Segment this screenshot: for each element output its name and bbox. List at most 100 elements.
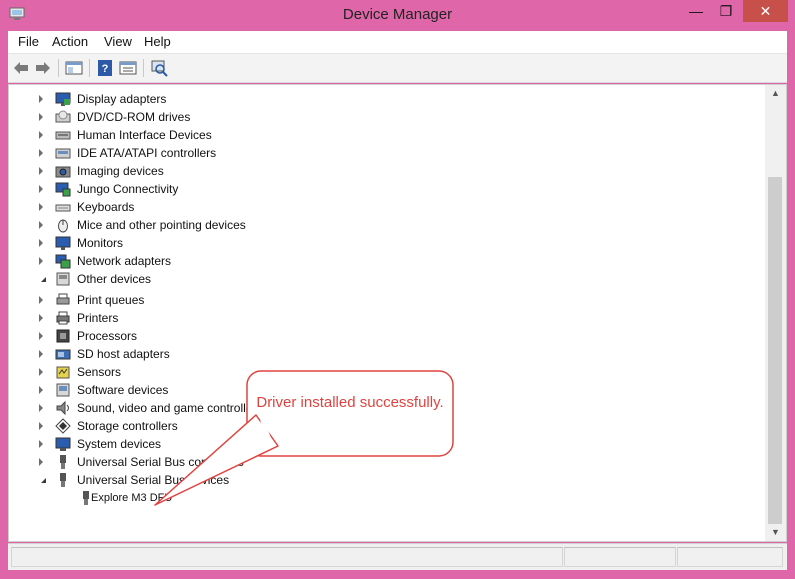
camera-icon	[55, 166, 71, 178]
callout-text: Driver installed successfully.	[256, 394, 444, 411]
tree-item-network-adapters[interactable]: Network adapters	[9, 252, 709, 270]
scroll-down-arrow-icon[interactable]: ▼	[765, 524, 786, 541]
expand-arrow-icon[interactable]	[39, 113, 43, 121]
show-hide-console-tree-icon[interactable]	[65, 59, 83, 77]
menu-file[interactable]: File	[18, 34, 39, 49]
expand-arrow-icon[interactable]	[39, 296, 43, 304]
tree-item-label: Universal Serial Bus controllers	[77, 455, 244, 469]
tree-item-monitors[interactable]: Monitors	[9, 234, 709, 252]
system-device-icon	[55, 437, 71, 451]
tree-item-mice-and-other-pointing-devices[interactable]: Mice and other pointing devices	[9, 216, 709, 234]
speaker-icon	[56, 400, 69, 416]
software-device-icon	[56, 383, 70, 397]
tree-item-print-queues[interactable]: Print queues	[9, 291, 709, 309]
tree-item-label: SD host adapters	[77, 347, 170, 361]
tree-item-label: System devices	[77, 437, 162, 451]
device-tree[interactable]: Display adapters DVD/CD-ROM drives Human…	[9, 85, 764, 541]
maximize-button[interactable]: ❐	[711, 0, 741, 22]
tree-item-label: Sound, video and game controllers	[77, 401, 263, 415]
collapse-arrow-icon[interactable]	[41, 277, 46, 282]
expand-arrow-icon[interactable]	[39, 95, 43, 103]
tree-item-sd-host-adapters[interactable]: SD host adapters	[9, 345, 709, 363]
tree-item-dvd-cd-rom-drives[interactable]: DVD/CD-ROM drives	[9, 108, 709, 126]
tree-item-processors[interactable]: Processors	[9, 327, 709, 345]
expand-arrow-icon[interactable]	[39, 257, 43, 265]
device-tree-pane: Display adapters DVD/CD-ROM drives Human…	[8, 84, 787, 542]
device-manager-window: Device Manager — ❐ ✕ File Action View He…	[0, 0, 795, 579]
menu-view[interactable]: View	[104, 34, 132, 49]
expand-arrow-icon[interactable]	[39, 221, 43, 229]
collapse-arrow-icon[interactable]	[41, 478, 46, 483]
tree-item-human-interface-devices[interactable]: Human Interface Devices	[9, 126, 709, 144]
expand-arrow-icon[interactable]	[39, 149, 43, 157]
tree-item-label: Jungo Connectivity	[77, 182, 179, 196]
tree-item-ide-ata-atapi-controllers[interactable]: IDE ATA/ATAPI controllers	[9, 144, 709, 162]
sd-card-icon	[55, 349, 71, 360]
tree-item-label: Processors	[77, 329, 138, 343]
menu-help[interactable]: Help	[144, 34, 171, 49]
window-title: Device Manager	[342, 6, 453, 23]
display-adapter-icon	[55, 92, 71, 106]
tree-item-printers[interactable]: Printers	[9, 309, 709, 327]
tree-item-imaging-devices[interactable]: Imaging devices	[9, 162, 709, 180]
expand-arrow-icon[interactable]	[39, 350, 43, 358]
printer-icon	[56, 311, 70, 325]
tree-item-label: Other devices	[77, 272, 152, 286]
tree-item-universal-serial-bus-devices[interactable]: Universal Serial Bus devices	[9, 471, 709, 489]
storage-controller-icon	[55, 418, 71, 434]
scan-hardware-changes-icon[interactable]	[150, 59, 168, 77]
expand-arrow-icon[interactable]	[39, 314, 43, 322]
tree-item-explore-m3-dfu[interactable]: Explore M3 DFU	[9, 489, 709, 507]
dvd-drive-icon	[55, 110, 71, 123]
expand-arrow-icon[interactable]	[39, 368, 43, 376]
minimize-button[interactable]: —	[681, 0, 711, 22]
properties-icon[interactable]	[119, 59, 137, 77]
expand-arrow-icon[interactable]	[39, 404, 43, 412]
network-adapter-icon	[55, 254, 71, 269]
status-bar	[8, 543, 787, 570]
scroll-up-arrow-icon[interactable]: ▲	[765, 85, 786, 102]
usb-icon	[60, 455, 66, 469]
usb-icon	[60, 473, 66, 487]
callout-bubble	[246, 370, 454, 457]
print-queue-icon	[56, 293, 70, 305]
tree-item-keyboards[interactable]: Keyboards	[9, 198, 709, 216]
expand-arrow-icon[interactable]	[39, 131, 43, 139]
expand-arrow-icon[interactable]	[39, 422, 43, 430]
keyboard-icon	[55, 204, 71, 212]
toolbar-separator	[89, 59, 90, 77]
tree-item-label: Universal Serial Bus devices	[77, 473, 230, 487]
status-panel	[11, 547, 563, 567]
expand-arrow-icon[interactable]	[39, 440, 43, 448]
tree-item-label: Imaging devices	[77, 164, 164, 178]
title-bar[interactable]: Device Manager — ❐ ✕	[0, 0, 795, 31]
vertical-scrollbar[interactable]: ▲ ▼	[765, 85, 786, 541]
expand-arrow-icon[interactable]	[39, 239, 43, 247]
tree-item-label: Mice and other pointing devices	[77, 218, 246, 232]
jungo-icon	[55, 182, 71, 197]
expand-arrow-icon[interactable]	[39, 386, 43, 394]
menu-action[interactable]: Action	[52, 34, 88, 49]
tree-item-label: Explore M3 DFU	[91, 492, 173, 504]
menu-bar: File Action View Help	[8, 31, 787, 53]
tree-item-label: Printers	[77, 311, 119, 325]
expand-arrow-icon[interactable]	[39, 332, 43, 340]
close-button[interactable]: ✕	[743, 0, 788, 22]
mouse-icon	[58, 219, 68, 233]
tree-item-other-devices[interactable]: Other devices	[9, 270, 709, 288]
expand-arrow-icon[interactable]	[39, 458, 43, 466]
expand-arrow-icon[interactable]	[39, 167, 43, 175]
expand-arrow-icon[interactable]	[39, 185, 43, 193]
forward-arrow-icon[interactable]	[34, 59, 52, 77]
back-arrow-icon[interactable]	[12, 59, 30, 77]
tree-item-jungo-connectivity[interactable]: Jungo Connectivity	[9, 180, 709, 198]
sensor-icon	[56, 366, 70, 379]
expand-arrow-icon[interactable]	[39, 203, 43, 211]
tree-item-display-adapters[interactable]: Display adapters	[9, 90, 709, 108]
tree-item-label: Storage controllers	[77, 419, 178, 433]
tree-item-label: Software devices	[77, 383, 169, 397]
toolbar-separator	[143, 59, 144, 77]
monitor-icon	[55, 236, 71, 250]
help-icon[interactable]: ?	[96, 59, 114, 77]
scrollbar-thumb[interactable]	[768, 177, 782, 524]
